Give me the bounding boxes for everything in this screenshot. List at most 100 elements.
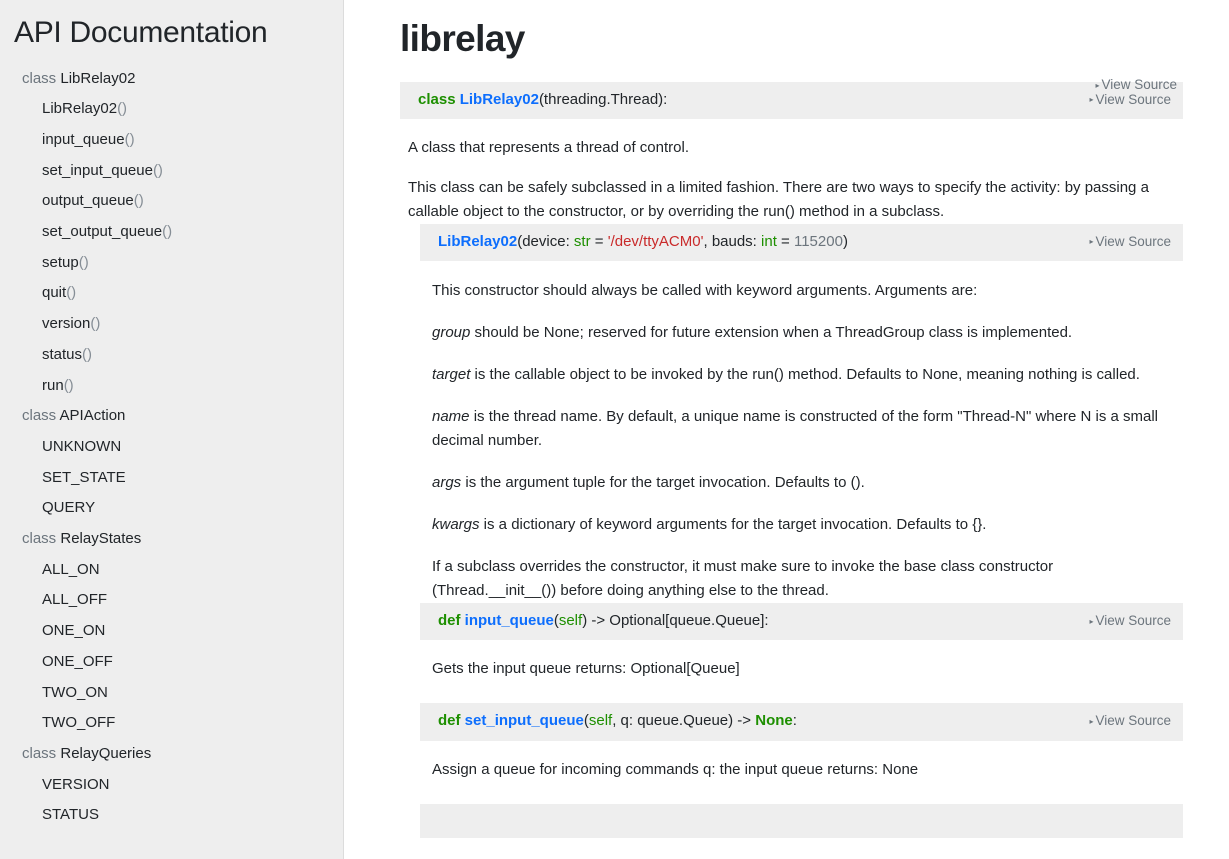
sidebar-item-label: setup [42, 253, 79, 271]
sidebar-item-label: ALL_OFF [42, 591, 108, 609]
sidebar-navigation: API Documentation class LibRelay02 LibRel… [0, 0, 344, 859]
class-description-paragraph: A class that represents a thread of cont… [408, 138, 689, 156]
sidebar-item-label: ONE_OFF [42, 652, 113, 670]
view-source-link-set_input_queue[interactable]: ▸ View Source [1089, 711, 1171, 730]
sidebar-class-keyword: class [22, 530, 57, 548]
sidebar-item-parens: () [63, 376, 74, 394]
class-description: A class that represents a thread of cont… [400, 136, 1183, 224]
sidebar-item-input_queue[interactable]: input_queue() [0, 125, 343, 156]
sidebar-class-relaystates[interactable]: class RelayStates [0, 524, 343, 555]
param-description-text: should be None; reserved for future exte… [470, 324, 1073, 342]
param-device-default: '/dev/ttyACM0' [607, 232, 704, 250]
sidebar-class-name: APIAction [59, 407, 126, 425]
sidebar-item-one_off[interactable]: ONE_OFF [0, 647, 343, 678]
sidebar-item-run[interactable]: run() [0, 371, 343, 402]
sidebar-item-parens: () [82, 345, 93, 363]
sidebar-item-set_output_queue[interactable]: set_output_queue() [0, 217, 343, 248]
sidebar-item-output_queue[interactable]: output_queue() [0, 186, 343, 217]
param-bauds-type: int [761, 232, 777, 250]
constructor-doc-paragraph: name is the thread name. By default, a u… [432, 405, 1175, 453]
sidebar-item-label: set_input_queue [42, 161, 153, 179]
view-source-link-module[interactable]: ▸ View Source [1095, 77, 1177, 92]
sidebar-class-relayqueries[interactable]: class RelayQueries [0, 739, 343, 770]
sidebar-item-librelay02[interactable]: LibRelay02() [0, 94, 343, 125]
sidebar-class-apiaction[interactable]: class APIAction [0, 401, 343, 432]
sidebar-item-label: STATUS [42, 806, 99, 824]
documentation-page: API Documentation class LibRelay02 LibRel… [0, 0, 1229, 859]
view-source-label: View Source [1095, 613, 1171, 629]
constructor-doc-paragraph: args is the argument tuple for the targe… [432, 471, 1175, 495]
class-signature-code: class LibRelay02(threading.Thread): [418, 90, 1075, 110]
return-type: None [755, 712, 793, 730]
sidebar-item-label: TWO_OFF [42, 714, 116, 732]
triangle-right-icon: ▸ [1095, 80, 1100, 90]
sidebar-item-two_off[interactable]: TWO_OFF [0, 708, 343, 739]
method-name: input_queue [464, 612, 554, 630]
sidebar-class-keyword: class [22, 744, 57, 762]
sidebar-item-label: set_output_queue [42, 223, 163, 241]
signature-colon: : [764, 612, 769, 630]
sidebar-item-version[interactable]: version() [0, 309, 343, 340]
signature-colon: : [792, 712, 797, 730]
view-source-link-class[interactable]: ▸ View Source [1089, 90, 1171, 109]
triangle-right-icon: ▸ [1089, 716, 1094, 726]
param-bauds-eq: = [776, 232, 794, 250]
sidebar-item-label: quit [42, 284, 67, 302]
sidebar-item-label: input_queue [42, 130, 125, 148]
sidebar-item-parens: () [152, 161, 163, 179]
sidebar-item-label: QUERY [42, 499, 96, 517]
sidebar-item-label: version [42, 315, 91, 333]
sidebar-item-label: ONE_ON [42, 622, 106, 640]
sidebar-class-name: RelayStates [60, 530, 142, 548]
sidebar-item-parens: () [90, 315, 101, 333]
view-source-link-constructor[interactable]: ▸ View Source [1089, 232, 1171, 251]
sidebar-item-status[interactable]: STATUS [0, 800, 343, 831]
sidebar-class-librelay02[interactable]: class LibRelay02 [0, 64, 343, 95]
constructor-doc-paragraph: If a subclass overrides the constructor,… [432, 558, 1054, 600]
view-source-link-input_queue[interactable]: ▸ View Source [1089, 611, 1171, 630]
sidebar-item-version[interactable]: VERSION [0, 770, 343, 801]
triangle-right-icon: ▸ [1089, 237, 1094, 247]
sidebar-item-quit[interactable]: quit() [0, 278, 343, 309]
param-name-emphasis: target [432, 366, 471, 384]
param-bauds-name: bauds: [711, 232, 762, 250]
method-description: Gets the input queue returns: Optional[Q… [420, 657, 1183, 681]
class-keyword: class [418, 90, 456, 108]
view-source-label: View Source [1095, 91, 1171, 107]
constructor-doc-paragraph: kwargs is a dictionary of keyword argume… [432, 513, 1175, 537]
def-keyword: def [438, 612, 461, 630]
param-description-text: is the callable object to be invoked by … [470, 366, 1140, 384]
sidebar-item-set_input_queue[interactable]: set_input_queue() [0, 156, 343, 187]
constructor-doc-paragraph: target is the callable object to be invo… [432, 363, 1175, 387]
sidebar-item-two_on[interactable]: TWO_ON [0, 678, 343, 709]
class-description-paragraph: This class can be safely subclassed in a… [408, 178, 1149, 220]
method-params: , q: queue.Queue [612, 712, 729, 730]
sidebar-item-all_on[interactable]: ALL_ON [0, 555, 343, 586]
class-name: LibRelay02 [459, 90, 539, 108]
return-arrow: -> [587, 612, 610, 630]
param-description-text: is a dictionary of keyword arguments for… [479, 516, 987, 534]
page-title: librelay [400, 18, 525, 59]
sidebar-item-label: UNKNOWN [42, 437, 122, 455]
sidebar-item-label: run [42, 376, 64, 394]
sidebar-item-all_off[interactable]: ALL_OFF [0, 585, 343, 616]
constructor-signature-bar: LibRelay02(device: str = '/dev/ttyACM0',… [420, 223, 1183, 262]
sidebar-item-label: VERSION [42, 775, 110, 793]
constructor-name: LibRelay02 [438, 232, 518, 250]
sidebar-item-one_on[interactable]: ONE_ON [0, 616, 343, 647]
constructor-doc-paragraph: This constructor should always be called… [432, 282, 978, 300]
view-source-label: View Source [1101, 77, 1177, 92]
param-name-emphasis: group [432, 324, 471, 342]
sidebar-item-label: LibRelay02 [42, 100, 118, 118]
sidebar-item-set_state[interactable]: SET_STATE [0, 463, 343, 494]
method-signature-bar: def set_input_queue(self, q: queue.Queue… [420, 703, 1183, 741]
sidebar-item-status[interactable]: status() [0, 340, 343, 371]
sidebar-class-name: LibRelay02 [60, 69, 136, 87]
sidebar-item-query[interactable]: QUERY [0, 493, 343, 524]
constructor-description: This constructor should always be called… [420, 279, 1183, 603]
return-arrow: -> [733, 712, 756, 730]
sidebar-item-unknown[interactable]: UNKNOWN [0, 432, 343, 463]
sidebar-item-setup[interactable]: setup() [0, 248, 343, 279]
return-type: Optional[queue.Queue] [609, 612, 765, 630]
self-param: self [558, 612, 583, 630]
